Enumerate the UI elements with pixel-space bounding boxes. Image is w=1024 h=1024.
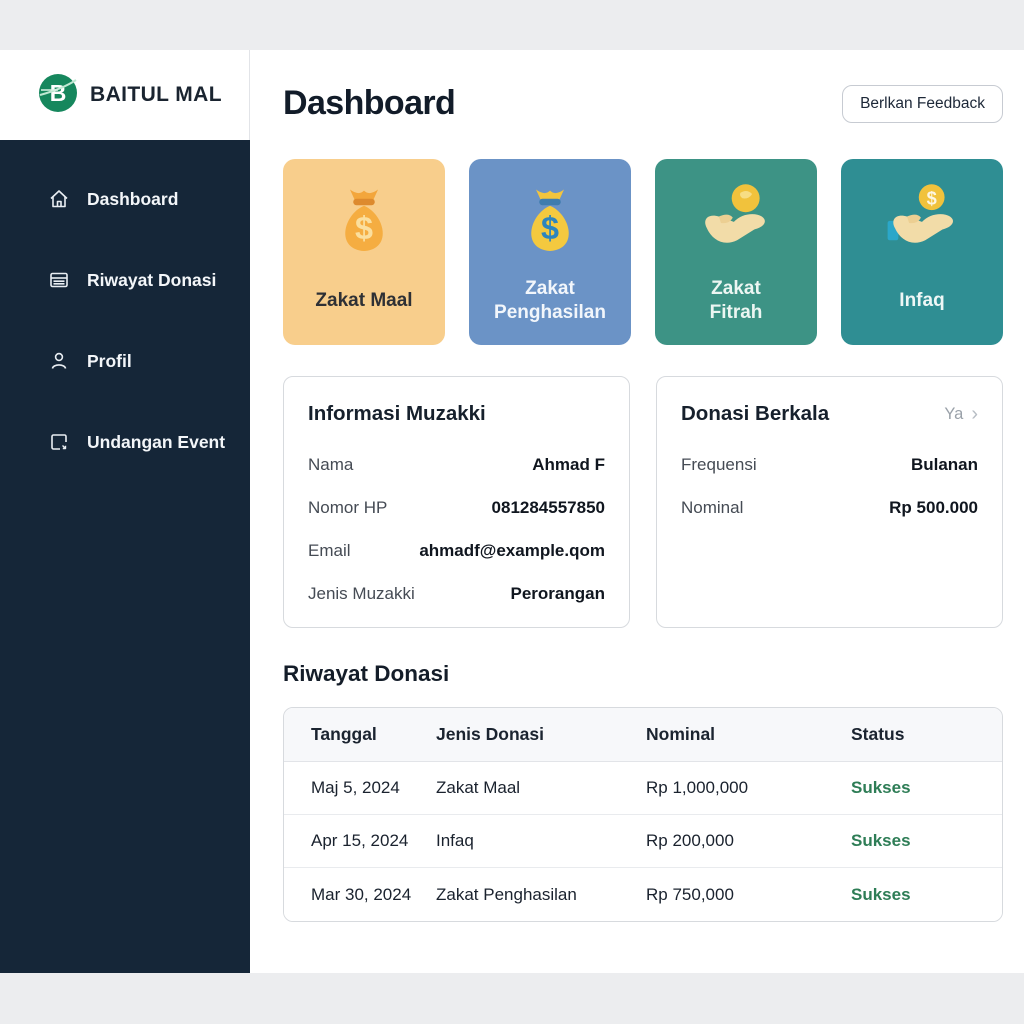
page-header: Dashboard Berlkan Feedback [283,84,1003,123]
card-label: Infaq [899,273,944,345]
sidebar-item-label: Profil [87,351,132,372]
cell-jenis: Zakat Maal [436,778,646,798]
chevron-right-icon: › [971,404,978,424]
sidebar: B BAITUL MAL Dashboard [0,50,250,973]
cell-tanggal: Apr 15, 2024 [284,831,436,851]
cell-tanggal: Maj 5, 2024 [284,778,436,798]
berkala-card: Donasi Berkala Ya › Frequensi Bulanan No… [656,376,1003,628]
muzakki-row-email: Email ahmadf@example.qom [308,529,605,572]
field-label: Nominal [681,498,743,518]
table-header-row: Tanggal Jenis Donasi Nominal Status [284,708,1002,762]
muzakki-card: Informasi Muzakki Nama Ahmad F Nomor HP … [283,376,630,628]
berkala-card-title: Donasi Berkala [681,402,829,426]
muzakki-row-jenis: Jenis Muzakki Perorangan [308,572,605,615]
app-window: B BAITUL MAL Dashboard [0,50,1024,973]
sidebar-item-label: Undangan Event [87,432,225,453]
berkala-toggle-link[interactable]: Ya › [944,404,978,424]
cell-nominal: Rp 200,000 [646,831,851,851]
column-header-nominal: Nominal [646,724,851,745]
berkala-toggle-value: Ya [944,405,963,424]
status-badge: Sukses [851,778,1002,798]
donation-history-table: Tanggal Jenis Donasi Nominal Status Maj … [283,707,1003,922]
table-row[interactable]: Apr 15, 2024 Infaq Rp 200,000 Sukses [284,815,1002,868]
field-label: Frequensi [681,455,757,475]
sidebar-item-dashboard[interactable]: Dashboard [0,174,250,224]
muzakki-card-title: Informasi Muzakki [308,402,486,426]
list-icon [48,269,70,291]
sidebar-item-label: Riwayat Donasi [87,270,216,291]
svg-text:$: $ [541,210,559,246]
column-header-jenis: Jenis Donasi [436,724,646,745]
feedback-button[interactable]: Berlkan Feedback [842,85,1003,123]
berkala-row-frequensi: Frequensi Bulanan [681,443,978,486]
brand-logo-icon: B [38,73,78,118]
column-header-tanggal: Tanggal [284,724,436,745]
info-cards: Informasi Muzakki Nama Ahmad F Nomor HP … [283,376,1003,628]
svg-text:$: $ [927,188,937,209]
column-header-status: Status [851,724,1002,745]
sidebar-item-profil[interactable]: Profil [0,336,250,386]
field-value: Rp 500.000 [889,498,978,518]
cell-tanggal: Mar 30, 2024 [284,885,436,905]
status-badge: Sukses [851,885,1002,905]
card-label: Zakat Fitrah [696,273,776,345]
sidebar-nav: Dashboard Riwayat Donasi [0,140,250,973]
user-icon [48,350,70,372]
brand-header: B BAITUL MAL [0,50,250,140]
event-icon [48,431,70,453]
card-zakat-penghasilan[interactable]: $ Zakat Penghasilan [469,159,631,345]
field-value: Ahmad F [532,455,605,475]
money-bag-icon: $ [509,173,591,273]
brand-name: BAITUL MAL [90,83,222,107]
field-label: Jenis Muzakki [308,584,415,604]
field-value: Perorangan [511,584,605,604]
main-content: Dashboard Berlkan Feedback $ Zakat Maal [250,50,1024,973]
money-bag-icon: $ [323,173,405,273]
sidebar-item-undangan-event[interactable]: Undangan Event [0,417,250,467]
field-label: Nomor HP [308,498,387,518]
sidebar-item-label: Dashboard [87,189,178,210]
field-value: Bulanan [911,455,978,475]
svg-text:B: B [50,80,67,106]
card-zakat-maal[interactable]: $ Zakat Maal [283,159,445,345]
home-icon [48,188,70,210]
muzakki-row-nomor-hp: Nomor HP 081284557850 [308,486,605,529]
cell-jenis: Infaq [436,831,646,851]
card-label: Zakat Penghasilan [487,273,613,345]
history-section-title: Riwayat Donasi [283,661,1003,687]
card-label: Zakat Maal [315,273,412,345]
cell-jenis: Zakat Penghasilan [436,885,646,905]
hand-coin-icon: $ [879,173,965,273]
category-cards: $ Zakat Maal $ Zakat Penghasilan [283,159,1003,345]
status-badge: Sukses [851,831,1002,851]
hand-coin-icon [693,173,779,273]
table-row[interactable]: Maj 5, 2024 Zakat Maal Rp 1,000,000 Suks… [284,762,1002,815]
muzakki-row-nama: Nama Ahmad F [308,443,605,486]
card-infaq[interactable]: $ Infaq [841,159,1003,345]
card-zakat-fitrah[interactable]: Zakat Fitrah [655,159,817,345]
field-value: 081284557850 [492,498,605,518]
berkala-row-nominal: Nominal Rp 500.000 [681,486,978,529]
field-label: Nama [308,455,353,475]
cell-nominal: Rp 1,000,000 [646,778,851,798]
cell-nominal: Rp 750,000 [646,885,851,905]
field-value: ahmadf@example.qom [419,541,605,561]
sidebar-item-riwayat-donasi[interactable]: Riwayat Donasi [0,255,250,305]
svg-text:$: $ [355,210,373,246]
field-label: Email [308,541,351,561]
table-row[interactable]: Mar 30, 2024 Zakat Penghasilan Rp 750,00… [284,868,1002,921]
page-title: Dashboard [283,84,455,123]
